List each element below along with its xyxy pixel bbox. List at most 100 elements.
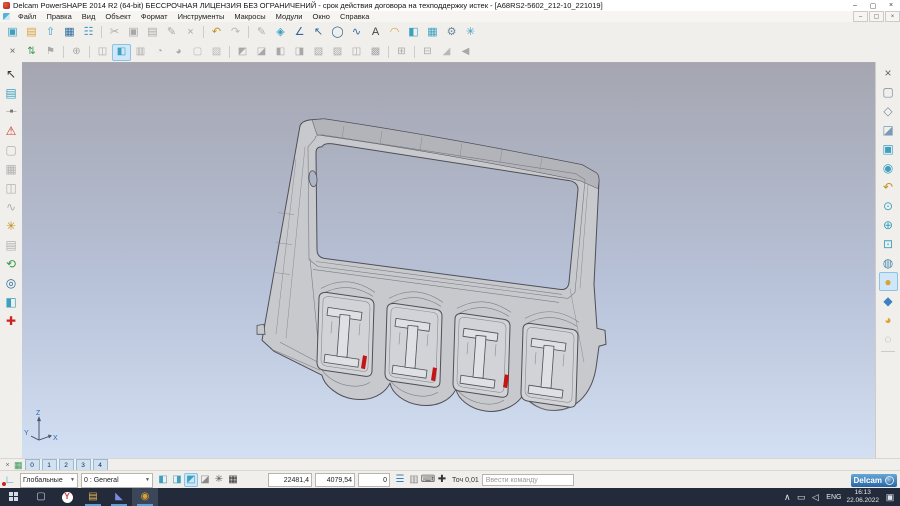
workplane-transform-icon[interactable]: ⇅ (22, 44, 41, 61)
pattern-icon[interactable]: ⊞ (392, 44, 411, 61)
mesh-panel-icon[interactable]: ▦ (2, 159, 20, 178)
notification-center-icon[interactable]: ▣ (884, 490, 896, 504)
edit-history-icon[interactable]: ✎ (252, 24, 271, 41)
solid-cut-icon[interactable]: ▥ (131, 44, 150, 61)
shaded-render-icon[interactable]: ● (879, 272, 898, 291)
sheet-icon[interactable]: ▢ (2, 140, 20, 159)
view-wireframe-icon[interactable]: ▢ (879, 82, 898, 101)
coord-y-field[interactable]: 4079,54 (315, 473, 355, 487)
section-view-icon[interactable]: ◆ (879, 291, 898, 310)
separator[interactable] (245, 24, 252, 41)
menu-item[interactable]: Справка (335, 12, 374, 21)
solid-box-icon[interactable]: ◫ (93, 44, 112, 61)
text-icon[interactable]: A (366, 24, 385, 41)
save-icon[interactable]: ▦ (60, 24, 79, 41)
chamfer-icon[interactable]: ▧ (309, 44, 328, 61)
boolean-subtract-icon[interactable]: ◪ (252, 44, 271, 61)
line-icon[interactable]: ∠ (290, 24, 309, 41)
paste-icon[interactable]: ▤ (143, 24, 162, 41)
sheets-stack-icon[interactable]: ▤ (2, 235, 20, 254)
menu-item[interactable]: Вид (77, 12, 101, 21)
mdi-close-button[interactable]: × (885, 11, 900, 22)
cut-icon[interactable]: ✂ (105, 24, 124, 41)
mdi-minimize-button[interactable]: – (853, 11, 868, 22)
ungroup-icon[interactable]: ◢ (437, 44, 456, 61)
view-top-icon[interactable]: ▣ (879, 139, 898, 158)
close-button[interactable]: × (882, 0, 900, 11)
separator[interactable] (385, 44, 392, 61)
blend-slider[interactable]: ─■─ (2, 102, 20, 121)
menu-item[interactable]: Модули (271, 12, 308, 21)
task-cad-icon[interactable]: ◣ (106, 488, 132, 506)
model-box-icon[interactable]: ◧ (2, 292, 20, 311)
boolean-intersect-icon[interactable]: ◧ (271, 44, 290, 61)
menu-item[interactable]: Файл (13, 12, 41, 21)
zoom-full-icon[interactable]: ⊕ (879, 215, 898, 234)
open-model-icon[interactable]: ▤ (22, 24, 41, 41)
tray-chevron-icon[interactable]: ∧ (781, 490, 793, 504)
maximize-button[interactable]: ▢ (864, 0, 882, 11)
assembly-icon[interactable]: ⚙ (442, 24, 461, 41)
shell-icon[interactable]: ▨ (328, 44, 347, 61)
mdi-restore-button[interactable]: ▢ (869, 11, 884, 22)
tolerance-value[interactable]: 0,01 (465, 477, 479, 484)
curve-icon[interactable]: ∿ (347, 24, 366, 41)
separator[interactable] (200, 24, 207, 41)
menu-item[interactable]: Формат (136, 12, 173, 21)
view-undo-icon[interactable]: ↶ (879, 177, 898, 196)
flag-icon[interactable]: ⚑ (41, 44, 60, 61)
tray-display-icon[interactable]: ▭ (795, 490, 807, 504)
solid-sweep-icon[interactable]: ◕ (169, 44, 188, 61)
smart-feature-icon[interactable]: ✳ (2, 216, 20, 235)
arc-icon[interactable]: ↖ (309, 24, 328, 41)
menu-item[interactable]: Макросы (229, 12, 270, 21)
taskbar-clock[interactable]: 16:13 22.06.2022 (846, 489, 879, 505)
tray-volume-muted-icon[interactable]: ◁ (809, 490, 821, 504)
wizard-icon[interactable]: ✳ (461, 24, 480, 41)
boolean-union-icon[interactable]: ◩ (233, 44, 252, 61)
start-button[interactable] (0, 488, 28, 506)
language-indicator[interactable]: ENG (826, 494, 841, 501)
cursor-tool-icon[interactable]: ✚ (435, 473, 449, 487)
viewport[interactable]: Z X Y (22, 62, 876, 458)
separator[interactable] (411, 44, 418, 61)
fillet-icon[interactable]: ◨ (290, 44, 309, 61)
annotation-warning-icon[interactable]: ⚠ (2, 121, 20, 140)
zoom-in-icon[interactable]: ⊙ (879, 196, 898, 215)
menu-item[interactable]: Правка (41, 12, 76, 21)
view-camera-icon[interactable]: ◉ (879, 158, 898, 177)
minimize-button[interactable]: – (846, 0, 864, 11)
keyboard-icon[interactable]: ⌨ (421, 473, 435, 487)
viewport-canvas[interactable]: Z X Y (22, 63, 876, 458)
sketch-icon[interactable]: ∿ (2, 197, 20, 216)
separator[interactable] (879, 348, 897, 354)
menu-item[interactable]: Объект (100, 12, 136, 21)
feature-icon[interactable]: ▦ (423, 24, 442, 41)
print-icon[interactable]: ☷ (79, 24, 98, 41)
position-list-icon[interactable]: ☰ (393, 473, 407, 487)
connector-icon[interactable]: ◫ (2, 178, 20, 197)
task-explorer-icon[interactable]: ▤ (80, 488, 106, 506)
clip-level-1-icon[interactable]: ◧ (156, 473, 170, 487)
group-icon[interactable]: ⊟ (418, 44, 437, 61)
magic-select-icon[interactable]: ✳ (212, 473, 226, 487)
find-box-icon[interactable]: ◎ (2, 273, 20, 292)
grid-icon[interactable]: ▦ (226, 473, 240, 487)
copy-icon[interactable]: ▣ (124, 24, 143, 41)
view-iso-icon[interactable]: ◇ (879, 101, 898, 120)
new-model-icon[interactable]: ▣ (3, 24, 22, 41)
separator[interactable] (60, 44, 67, 61)
separator[interactable] (98, 24, 105, 41)
select-cursor-icon[interactable]: ↖ (2, 64, 20, 83)
column-icon[interactable]: ▥ (407, 473, 421, 487)
split-icon[interactable]: ▩ (366, 44, 385, 61)
solid-limit-icon[interactable]: ▢ (188, 44, 207, 61)
toolbar-close-icon[interactable]: × (3, 44, 22, 61)
solid-extrude-icon[interactable]: ◧ (112, 44, 131, 61)
clip-level-3-icon[interactable]: ◩ (184, 473, 198, 487)
view-shaded-iso-icon[interactable]: ◪ (879, 120, 898, 139)
workplane-status-icon[interactable]: ∟ (3, 474, 17, 486)
close-views-icon[interactable]: × (879, 63, 898, 82)
command-input[interactable] (482, 474, 574, 486)
bulb-icon[interactable]: ◌ (879, 329, 898, 348)
